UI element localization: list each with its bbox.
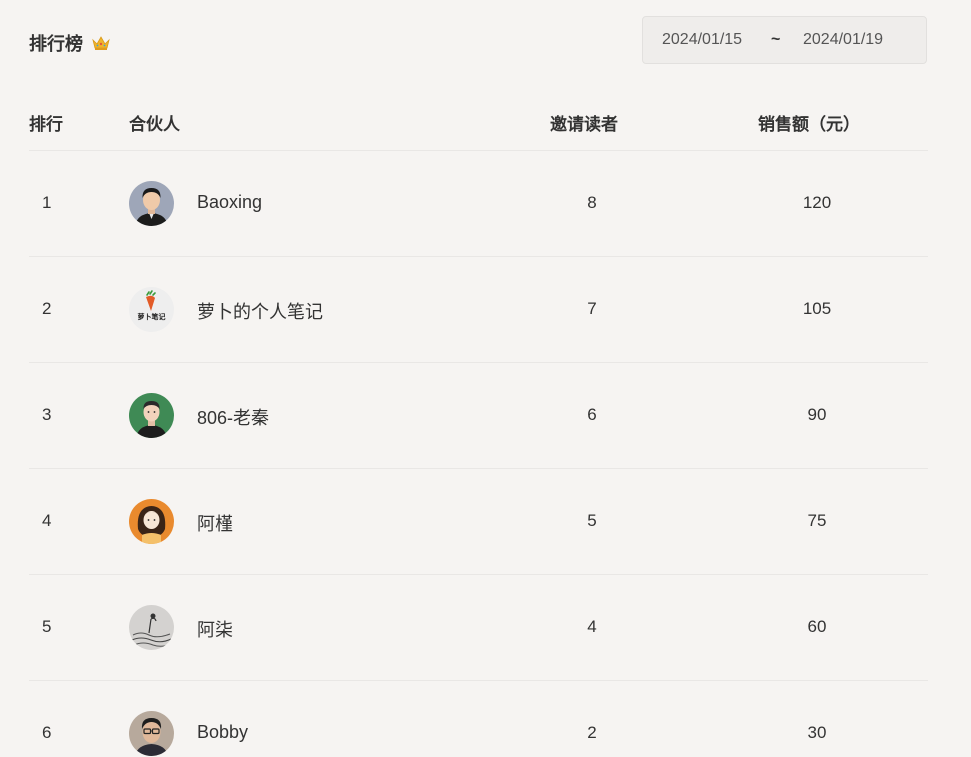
rank-cell: 6 [42,723,52,742]
rank-cell: 3 [42,405,52,424]
column-header-sales: 销售额（元） [758,115,860,134]
rank-cell: 2 [42,299,52,318]
column-header-rank: 排行 [29,115,63,134]
date-range-picker[interactable]: 2024/01/15 ~ 2024/01/19 [642,16,927,64]
avatar[interactable] [129,711,174,756]
column-header-invite: 邀请读者 [550,115,618,134]
table-row: 2 萝卜笔记 萝卜的个人笔记 7 105 [29,257,928,363]
table-header: 排行 合伙人 邀请读者 销售额（元） [29,100,928,151]
title-row: 排行榜 [29,30,111,56]
partner-name[interactable]: Baoxing [197,192,262,213]
partner-name[interactable]: 萝卜的个人笔记 [197,298,323,324]
table-row: 1 Baoxing 8 120 [29,151,928,257]
avatar[interactable] [129,605,174,650]
avatar[interactable] [129,393,174,438]
table-row: 5 阿柒 4 60 [29,575,928,681]
partner-name[interactable]: 阿槿 [197,510,233,536]
rank-cell: 4 [42,511,52,530]
table-row: 3 806-老秦 6 90 [29,363,928,469]
date-separator: ~ [771,31,781,48]
column-header-partner: 合伙人 [129,115,180,134]
avatar[interactable]: 萝卜笔记 [129,287,174,332]
rank-cell: 1 [42,193,52,212]
avatar-logo-text: 萝卜笔记 [137,314,166,321]
avatar[interactable] [129,181,174,226]
leaderboard-table: 1 Baoxing 8 120 2 萝卜笔记 萝卜的个人笔记 7 105 3 8… [29,151,928,757]
avatar[interactable] [129,499,174,544]
partner-name[interactable]: Bobby [197,722,248,743]
partner-name[interactable]: 806-老秦 [197,404,269,430]
page-title: 排行榜 [29,34,83,54]
table-row: 6 Bobby 2 30 [29,681,928,757]
date-start-input[interactable]: 2024/01/15 [662,31,742,49]
table-row: 4 阿槿 5 75 [29,469,928,575]
crown-icon [91,35,111,51]
rank-cell: 5 [42,617,52,636]
date-end-input[interactable]: 2024/01/19 [803,31,883,49]
partner-name[interactable]: 阿柒 [197,616,233,642]
leaderboard-page: 排行榜 2024/01/15 ~ 2024/01/19 排行 合伙人 邀请读者 … [0,0,971,757]
